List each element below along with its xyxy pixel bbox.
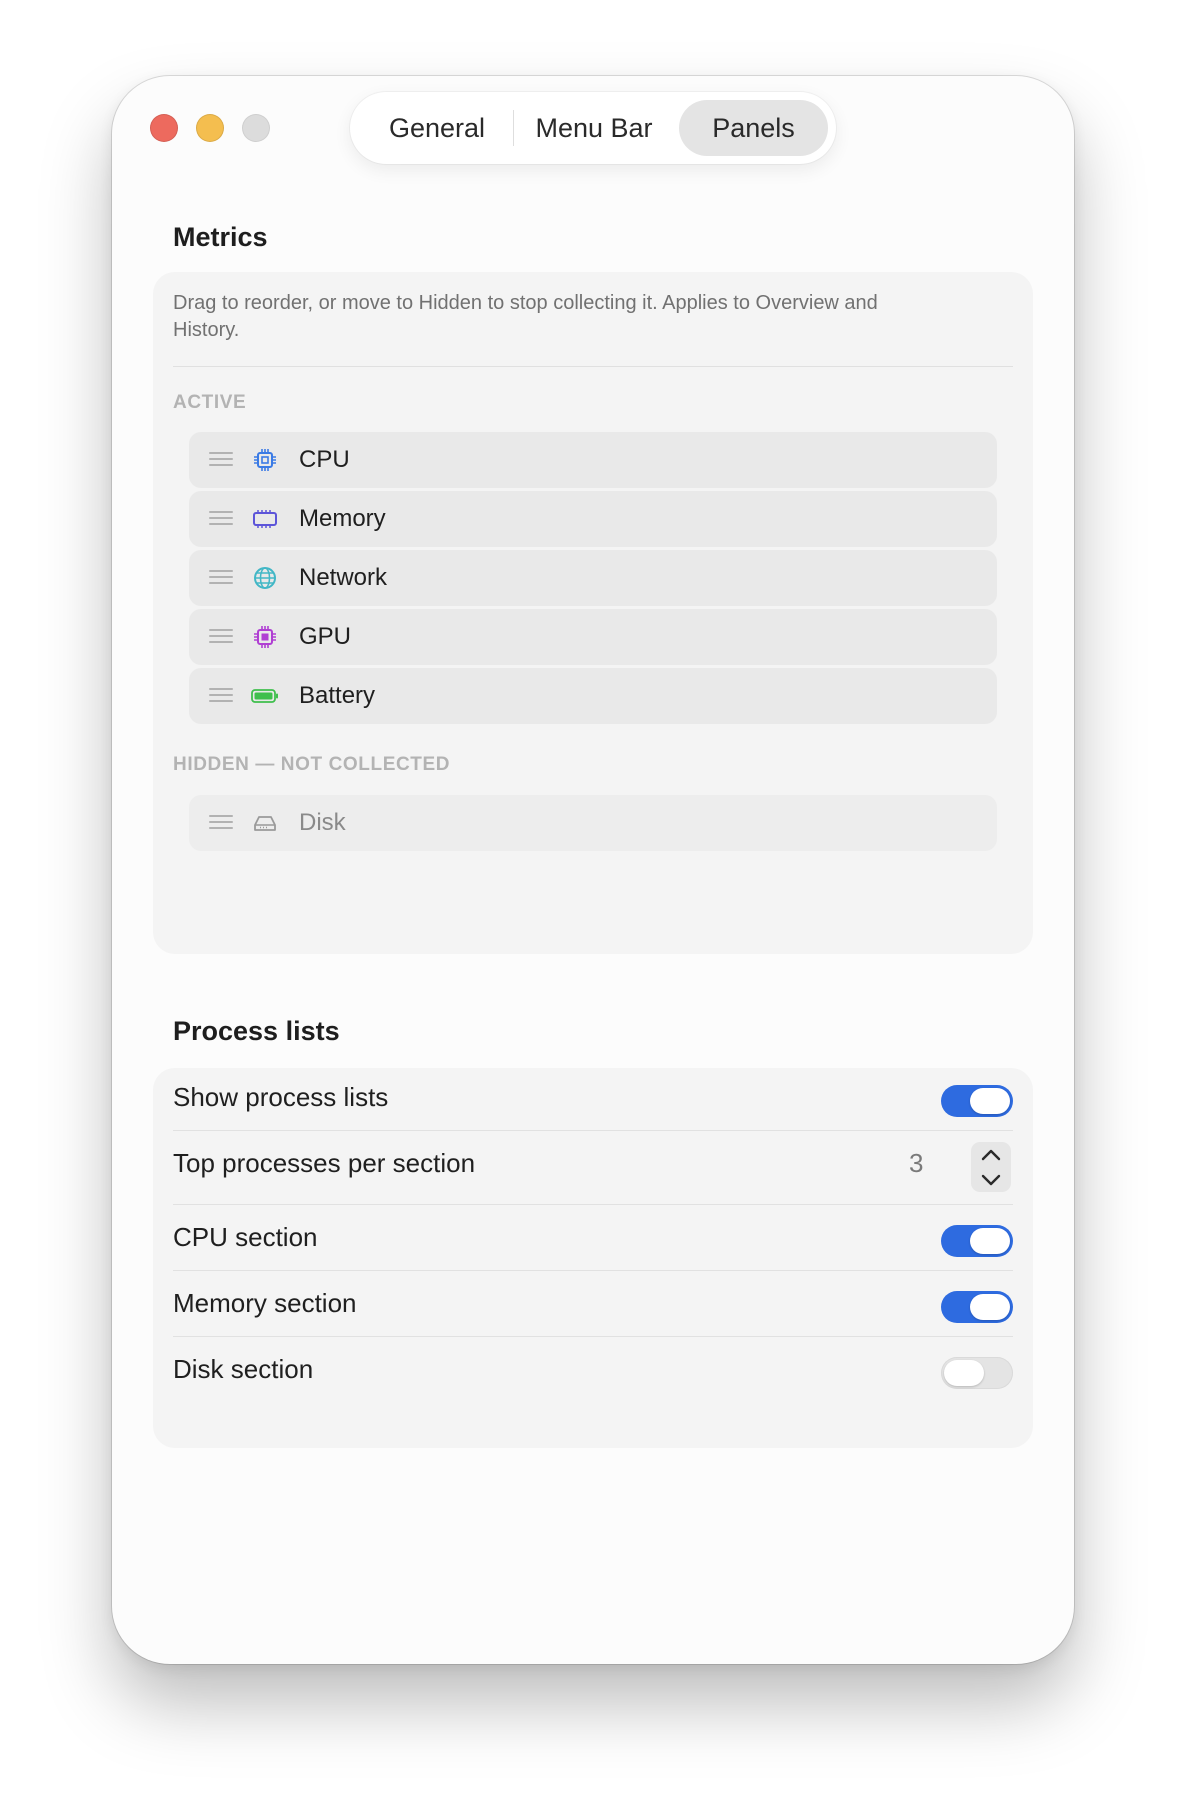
drag-handle-icon[interactable]	[209, 511, 233, 525]
metric-label-memory: Memory	[299, 505, 386, 532]
divider	[173, 366, 1013, 367]
zoom-window-button[interactable]	[242, 114, 270, 142]
metrics-section-title: Metrics	[173, 222, 268, 252]
metric-row-memory[interactable]: Memory	[189, 491, 997, 547]
stepper-up-button[interactable]	[971, 1142, 1011, 1167]
metrics-card: Drag to reorder, or move to Hidden to st…	[153, 272, 1033, 954]
divider	[173, 1336, 1013, 1337]
metric-row-disk[interactable]: Disk	[189, 795, 997, 851]
disk-drive-icon	[254, 816, 276, 831]
drag-handle-icon[interactable]	[209, 452, 233, 466]
metric-row-battery[interactable]: Battery	[189, 668, 997, 724]
metric-row-network[interactable]: Network	[189, 550, 997, 606]
chevron-down-icon	[981, 1174, 1001, 1185]
show-process-lists-label: Show process lists	[173, 1082, 389, 1112]
drag-handle-icon[interactable]	[209, 629, 233, 643]
tab-general[interactable]: General	[362, 100, 512, 156]
divider	[173, 1204, 1013, 1205]
top-processes-value: 3	[909, 1148, 924, 1178]
top-processes-label: Top processes per section	[173, 1148, 476, 1178]
divider	[173, 1270, 1013, 1271]
drag-handle-icon[interactable]	[209, 815, 233, 829]
drag-handle-icon[interactable]	[209, 688, 233, 702]
active-group-label: ACTIVE	[173, 392, 247, 413]
divider	[173, 1130, 1013, 1131]
chevron-up-icon	[981, 1149, 1001, 1160]
disk-section-label: Disk section	[173, 1354, 314, 1384]
show-process-lists-toggle[interactable]	[941, 1085, 1013, 1117]
metric-label-network: Network	[299, 564, 388, 591]
globe-icon	[254, 567, 276, 589]
tab-bar: General Menu Bar Panels	[350, 92, 836, 164]
process-lists-card: Show process lists Top processes per sec…	[153, 1068, 1033, 1448]
metric-label-cpu: CPU	[299, 446, 350, 473]
cpu-section-label: CPU section	[173, 1222, 318, 1252]
minimize-window-button[interactable]	[196, 114, 224, 142]
metrics-help-text: Drag to reorder, or move to Hidden to st…	[173, 292, 878, 341]
metric-label-disk: Disk	[299, 809, 346, 836]
metric-row-gpu[interactable]: GPU	[189, 609, 997, 665]
process-lists-section-title: Process lists	[173, 1016, 340, 1046]
top-processes-stepper[interactable]	[971, 1142, 1011, 1192]
battery-icon	[251, 689, 278, 703]
memory-section-toggle[interactable]	[941, 1291, 1013, 1323]
cpu-section-toggle[interactable]	[941, 1225, 1013, 1257]
settings-window: General Menu Bar Panels Metrics Drag to …	[112, 76, 1074, 1664]
cpu-chip-icon	[254, 449, 276, 471]
metric-row-cpu[interactable]: CPU	[189, 432, 997, 488]
hidden-group-label: HIDDEN — NOT COLLECTED	[173, 754, 451, 775]
stepper-down-button[interactable]	[971, 1167, 1011, 1192]
tab-panels[interactable]: Panels	[679, 100, 828, 156]
memory-icon	[253, 510, 277, 528]
metric-label-gpu: GPU	[299, 623, 352, 650]
gpu-chip-icon	[254, 626, 276, 648]
memory-section-label: Memory section	[173, 1288, 357, 1318]
metric-label-battery: Battery	[299, 682, 376, 709]
drag-handle-icon[interactable]	[209, 570, 233, 584]
close-window-button[interactable]	[150, 114, 178, 142]
tab-menu-bar[interactable]: Menu Bar	[514, 100, 674, 156]
disk-section-toggle[interactable]	[941, 1357, 1013, 1389]
